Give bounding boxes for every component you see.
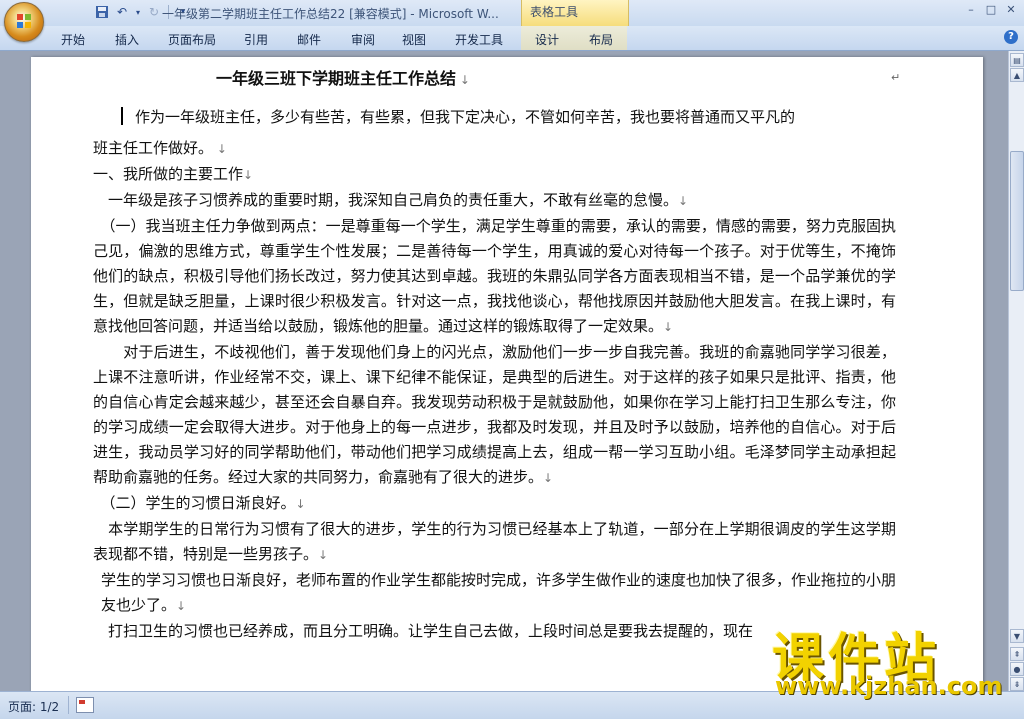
page-count[interactable]: 页面: 1/2 <box>8 698 59 715</box>
minimize-button[interactable]: – <box>962 2 980 18</box>
status-separator <box>68 696 69 714</box>
paragraph-text: 一、我所做的主要工作 <box>93 165 244 183</box>
tab-home[interactable]: 开始 <box>61 31 85 48</box>
paragraph: 学生的学习习惯也日渐良好，老师布置的作业学生都能按时完成，许多学生做作业的速度也… <box>101 568 896 619</box>
paragraph-text: 一年级是孩子习惯养成的重要时期，我深知自己肩负的责任重大，不敢有丝毫的怠慢。 <box>93 191 679 209</box>
paragraph-mark-icon: ↓ <box>213 142 227 156</box>
restore-button[interactable]: □ <box>982 2 1000 18</box>
table-tools-context-header: 表格工具 <box>521 0 629 26</box>
ruler-toggle-icon[interactable]: ▤ <box>1010 53 1024 67</box>
document-page[interactable]: 一年级三班下学期班主任工作总结 ↓ ↵ 作为一年级班主任，多少有些苦，有些累，但… <box>31 57 983 691</box>
paragraph-text: 本学期学生的日常行为习惯有了很大的进步，学生的行为习惯已经基本上了轨道，一部分在… <box>93 520 896 563</box>
paragraph-text: （一）我当班主任力争做到两点：一是尊重每一个学生，满足学生尊重的需要，承认的需要… <box>93 217 896 335</box>
help-icon[interactable]: ? <box>1004 30 1018 44</box>
paragraph-text: （二）学生的习惯日渐良好。 <box>93 494 296 512</box>
select-browse-object-icon[interactable]: ● <box>1010 662 1024 676</box>
undo-dropdown-icon[interactable]: ▾ <box>134 4 142 20</box>
undo-icon[interactable]: ↶ <box>114 4 130 20</box>
tab-mailings[interactable]: 邮件 <box>297 31 321 48</box>
close-button[interactable]: ✕ <box>1002 2 1020 18</box>
return-mark-icon: ↵ <box>891 71 901 84</box>
tab-insert[interactable]: 插入 <box>115 31 139 48</box>
paragraph: 班主任工作做好。 ↓ <box>93 136 896 162</box>
redo-icon[interactable]: ↻ <box>146 4 162 20</box>
proofing-icon[interactable] <box>76 697 94 713</box>
next-page-icon[interactable]: ⇟ <box>1010 677 1024 691</box>
paragraph: 作为一年级班主任，多少有些苦，有些累，但我下定决心，不管如何辛苦，我也要将普通而… <box>105 105 896 130</box>
paragraph-text: 学生的学习习惯也日渐良好，老师布置的作业学生都能按时完成，许多学生做作业的速度也… <box>101 571 897 614</box>
tab-design[interactable]: 设计 <box>535 31 559 48</box>
section-heading: 一、我所做的主要工作↓ <box>93 162 896 188</box>
section-heading: （二）学生的习惯日渐良好。↓ <box>93 491 896 517</box>
paragraph-text: 对于后进生，不歧视他们，善于发现他们身上的闪光点，激励他们一步一步自我完善。我班… <box>93 343 896 486</box>
scroll-thumb[interactable] <box>1010 151 1024 291</box>
paragraph-text: 班主任工作做好。 <box>93 139 214 157</box>
tab-page-layout[interactable]: 页面布局 <box>168 31 216 48</box>
document-title-text: 一年级三班下学期班主任工作总结 <box>216 69 457 88</box>
paragraph: 本学期学生的日常行为习惯有了很大的进步，学生的行为习惯已经基本上了轨道，一部分在… <box>93 517 896 568</box>
context-group-label: 表格工具 <box>530 5 579 19</box>
paragraph: （一）我当班主任力争做到两点：一是尊重每一个学生，满足学生尊重的需要，承认的需要… <box>93 214 896 340</box>
paragraph-text: 打扫卫生的习惯也已经养成，而且分工明确。让学生自己去做，上段时间总是要我去提醒的… <box>93 622 754 640</box>
window-controls: – □ ✕ <box>962 2 1020 18</box>
paragraph-mark-icon: ↓ <box>295 497 306 511</box>
scroll-down-icon[interactable]: ▼ <box>1010 629 1024 643</box>
paragraph-mark-icon: ↓ <box>176 599 187 613</box>
paragraph-mark-icon: ↓ <box>678 194 689 208</box>
scroll-up-icon[interactable]: ▲ <box>1010 68 1024 82</box>
title-bar: ↶ ▾ ↻ ▾ 一年级第二学期班主任工作总结22 [兼容模式] - Micros… <box>0 0 1024 27</box>
document-title: 一年级三班下学期班主任工作总结 ↓ <box>216 65 470 89</box>
document-area: 一年级三班下学期班主任工作总结 ↓ ↵ 作为一年级班主任，多少有些苦，有些累，但… <box>0 51 1008 691</box>
paragraph-mark-icon: ↓ <box>543 471 554 485</box>
save-icon[interactable] <box>94 4 110 20</box>
tab-references[interactable]: 引用 <box>244 31 268 48</box>
paragraph-mark-icon: ↓ <box>456 73 470 87</box>
tab-layout[interactable]: 布局 <box>589 31 613 48</box>
document-body[interactable]: 作为一年级班主任，多少有些苦，有些累，但我下定决心，不管如何辛苦，我也要将普通而… <box>93 105 896 644</box>
office-logo-icon <box>17 14 31 28</box>
paragraph-mark-icon: ↓ <box>318 548 329 562</box>
paragraph: 一年级是孩子习惯养成的重要时期，我深知自己肩负的责任重大，不敢有丝毫的怠慢。↓ <box>93 188 896 214</box>
ribbon-tab-strip: 开始 插入 页面布局 引用 邮件 审阅 视图 开发工具 设计 布局 ? <box>0 26 1024 51</box>
paragraph: 对于后进生，不歧视他们，善于发现他们身上的闪光点，激励他们一步一步自我完善。我班… <box>93 340 896 491</box>
office-button[interactable] <box>4 2 44 42</box>
text-cursor <box>121 107 123 125</box>
vertical-scrollbar[interactable]: ▤ ▲ ▼ ⇞ ● ⇟ <box>1008 51 1024 691</box>
paragraph-mark-icon: ↓ <box>243 168 254 182</box>
window-title: 一年级第二学期班主任工作总结22 [兼容模式] - Microsoft W... <box>162 7 499 21</box>
previous-page-icon[interactable]: ⇞ <box>1010 647 1024 661</box>
paragraph-text: 作为一年级班主任，多少有些苦，有些累，但我下定决心，不管如何辛苦，我也要将普通而… <box>135 108 796 126</box>
paragraph-mark-icon: ↓ <box>663 320 674 334</box>
tab-view[interactable]: 视图 <box>402 31 426 48</box>
tab-review[interactable]: 审阅 <box>351 31 375 48</box>
watermark-url: www.kjzhan.com <box>775 672 1003 700</box>
tab-developer[interactable]: 开发工具 <box>455 31 503 48</box>
